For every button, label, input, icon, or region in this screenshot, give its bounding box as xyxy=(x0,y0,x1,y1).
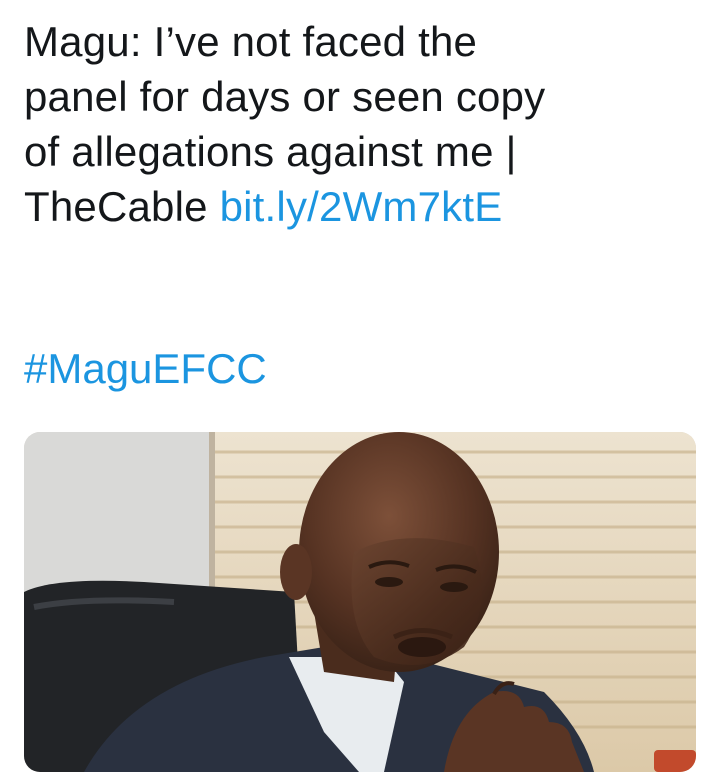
tweet: Magu: I’ve not faced the panel for days … xyxy=(0,0,720,772)
tweet-line-3: of allegations against me | xyxy=(24,128,517,175)
tweet-line-2: panel for days or seen copy xyxy=(24,73,546,120)
tweet-line-4: TheCable bit.ly/2Wm7ktE xyxy=(24,179,704,234)
hashtag-link[interactable]: #MaguEFCC xyxy=(24,341,267,396)
man-photo-illustration xyxy=(24,432,696,772)
tweet-text: Magu: I’ve not faced the panel for days … xyxy=(24,14,704,234)
tweet-media-photo[interactable] xyxy=(24,432,696,772)
tweet-link[interactable]: bit.ly/2Wm7ktE xyxy=(220,183,503,230)
tweet-line-1: Magu: I’ve not faced the xyxy=(24,18,478,65)
source-name: TheCable xyxy=(24,183,220,230)
